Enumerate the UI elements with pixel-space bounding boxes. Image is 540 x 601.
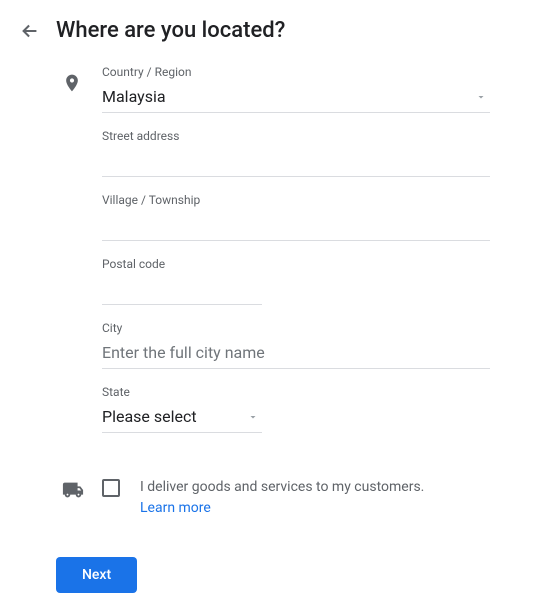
learn-more-link[interactable]: Learn more xyxy=(140,498,211,519)
city-input[interactable]: Enter the full city name xyxy=(102,339,490,369)
state-value: Please select xyxy=(102,407,244,426)
page-title: Where are you located? xyxy=(56,18,285,43)
country-value: Malaysia xyxy=(102,87,472,106)
back-button[interactable] xyxy=(18,19,42,43)
postal-label: Postal code xyxy=(102,257,490,271)
village-input[interactable] xyxy=(102,211,490,241)
city-label: City xyxy=(102,321,490,335)
village-label: Village / Township xyxy=(102,193,490,207)
location-icon xyxy=(62,53,102,93)
state-label: State xyxy=(102,385,490,399)
chevron-down-icon xyxy=(244,408,262,426)
chevron-down-icon xyxy=(472,88,490,106)
deliver-checkbox[interactable] xyxy=(102,479,120,497)
street-input[interactable] xyxy=(102,147,490,177)
state-select[interactable]: Please select xyxy=(102,403,262,433)
truck-icon xyxy=(62,477,102,501)
street-label: Street address xyxy=(102,129,490,143)
country-select[interactable]: Malaysia xyxy=(102,83,490,113)
deliver-text: I deliver goods and services to my custo… xyxy=(140,479,424,495)
next-button[interactable]: Next xyxy=(56,557,137,593)
country-label: Country / Region xyxy=(102,65,490,79)
city-placeholder: Enter the full city name xyxy=(102,343,490,362)
postal-input[interactable] xyxy=(102,275,262,305)
